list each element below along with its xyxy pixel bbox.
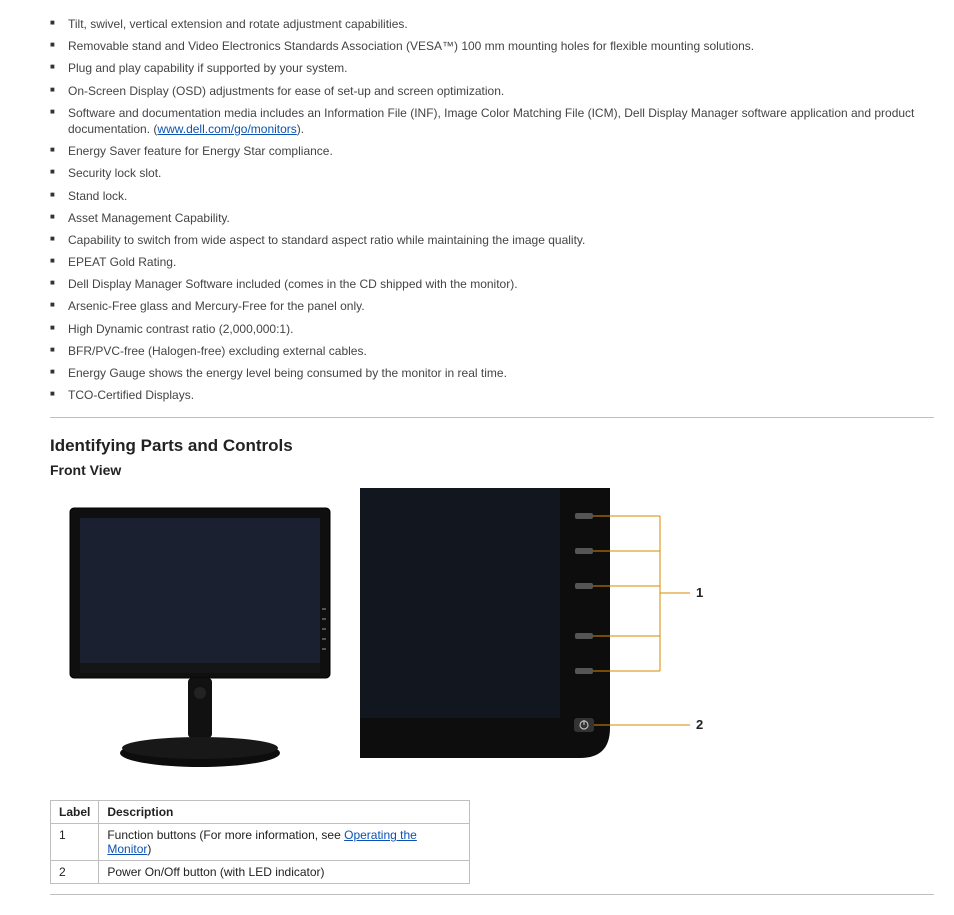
list-item: Arsenic-Free glass and Mercury-Free for …: [50, 298, 934, 314]
feature-text: Energy Saver feature for Energy Star com…: [68, 144, 333, 158]
divider: [50, 417, 934, 418]
list-item: Asset Management Capability.: [50, 210, 934, 226]
list-item: Capability to switch from wide aspect to…: [50, 232, 934, 248]
divider: [50, 894, 934, 895]
list-item: Tilt, swivel, vertical extension and rot…: [50, 16, 934, 32]
list-item: Energy Saver feature for Energy Star com…: [50, 143, 934, 159]
feature-text: Removable stand and Video Electronics St…: [68, 39, 754, 53]
feature-text: Arsenic-Free glass and Mercury-Free for …: [68, 299, 365, 313]
feature-text: Stand lock.: [68, 189, 127, 203]
table-cell-description: Power On/Off button (with LED indicator): [99, 861, 470, 884]
figure-row: 1 2: [50, 488, 934, 788]
list-item: Security lock slot.: [50, 165, 934, 181]
list-item: TCO-Certified Displays.: [50, 387, 934, 403]
monitor-corner-illustration: 1 2: [360, 488, 720, 788]
list-item: EPEAT Gold Rating.: [50, 254, 934, 270]
section-subheading: Front View: [50, 462, 934, 478]
feature-text: TCO-Certified Displays.: [68, 388, 194, 402]
feature-text: Asset Management Capability.: [68, 211, 230, 225]
list-item: Removable stand and Video Electronics St…: [50, 38, 934, 54]
feature-text: On-Screen Display (OSD) adjustments for …: [68, 84, 504, 98]
list-item: Plug and play capability if supported by…: [50, 60, 934, 76]
table-row: 2 Power On/Off button (with LED indicato…: [51, 861, 470, 884]
list-item: BFR/PVC-free (Halogen-free) excluding ex…: [50, 343, 934, 359]
table-row: 1 Function buttons (For more information…: [51, 824, 470, 861]
feature-text: Security lock slot.: [68, 166, 161, 180]
feature-text: Dell Display Manager Software included (…: [68, 277, 518, 291]
feature-text: High Dynamic contrast ratio (2,000,000:1…: [68, 322, 293, 336]
list-item: Dell Display Manager Software included (…: [50, 276, 934, 292]
feature-text: BFR/PVC-free (Halogen-free) excluding ex…: [68, 344, 367, 358]
table-header-description: Description: [99, 801, 470, 824]
parts-table: Label Description 1 Function buttons (Fo…: [50, 800, 470, 884]
features-bullet-list: Tilt, swivel, vertical extension and rot…: [50, 16, 934, 403]
power-icon: [574, 718, 594, 732]
list-item: High Dynamic contrast ratio (2,000,000:1…: [50, 321, 934, 337]
callout-1-label: 1: [696, 585, 703, 600]
feature-link-suffix: ).: [297, 122, 304, 136]
table-header-label: Label: [51, 801, 99, 824]
feature-text: Tilt, swivel, vertical extension and rot…: [68, 17, 408, 31]
feature-text: Capability to switch from wide aspect to…: [68, 233, 585, 247]
section-heading: Identifying Parts and Controls: [50, 436, 934, 456]
table-cell-label: 1: [51, 824, 99, 861]
list-item: Stand lock.: [50, 188, 934, 204]
list-item: Software and documentation media include…: [50, 105, 934, 137]
link-dell-monitors[interactable]: www.dell.com/go/monitors: [157, 122, 296, 136]
list-item: Energy Gauge shows the energy level bein…: [50, 365, 934, 381]
feature-text: Energy Gauge shows the energy level bein…: [68, 366, 507, 380]
monitor-front-illustration: [50, 488, 350, 788]
feature-text: EPEAT Gold Rating.: [68, 255, 176, 269]
list-item: On-Screen Display (OSD) adjustments for …: [50, 83, 934, 99]
callout-2-label: 2: [696, 717, 703, 732]
table-cell-description: Function buttons (For more information, …: [99, 824, 470, 861]
table-cell-label: 2: [51, 861, 99, 884]
feature-text: Plug and play capability if supported by…: [68, 61, 347, 75]
